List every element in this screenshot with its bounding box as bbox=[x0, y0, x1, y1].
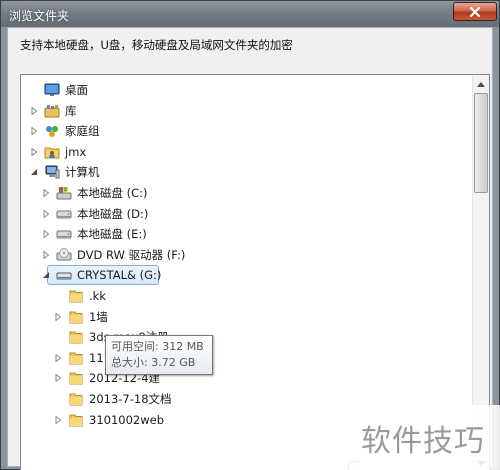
tree-item[interactable]: 3ds max8注册 bbox=[21, 327, 470, 347]
tree-item[interactable]: 本地磁盘 (D:) bbox=[21, 204, 470, 224]
tree-item-label: 2013-7-18文档 bbox=[89, 392, 172, 406]
watermark: 软件技巧 bbox=[346, 405, 500, 470]
folder-icon bbox=[67, 370, 85, 386]
tooltip-free-space: 可用空间: 312 MB bbox=[111, 340, 204, 353]
scroll-up-button[interactable] bbox=[473, 76, 489, 92]
expand-arrow-icon[interactable] bbox=[29, 106, 39, 116]
folder-icon bbox=[67, 309, 85, 325]
expand-arrow-icon[interactable] bbox=[53, 373, 63, 383]
tree-item[interactable]: 2012-12-4建 bbox=[21, 368, 470, 388]
tree-item[interactable]: 本地磁盘 (C:) bbox=[21, 183, 470, 203]
tree-item-label: DVD RW 驱动器 (F:) bbox=[77, 247, 186, 262]
library-icon bbox=[43, 103, 61, 119]
scroll-thumb[interactable] bbox=[474, 93, 488, 193]
tree-item[interactable]: 家庭组 bbox=[21, 121, 470, 141]
drive-info-tooltip: 可用空间: 312 MB 总大小: 3.72 GB bbox=[105, 335, 213, 375]
expand-arrow-icon[interactable] bbox=[41, 209, 51, 219]
collapse-arrow-icon[interactable] bbox=[29, 167, 39, 177]
tooltip-total-size: 总大小: 3.72 GB bbox=[111, 356, 196, 369]
expand-arrow-icon[interactable] bbox=[53, 312, 63, 322]
tree-item-label: 本地磁盘 (D:) bbox=[77, 206, 149, 221]
tree-item-label: 计算机 bbox=[65, 165, 100, 180]
arrow-up-icon bbox=[477, 82, 485, 87]
expand-arrow-icon[interactable] bbox=[53, 415, 63, 425]
computer-icon bbox=[43, 164, 61, 180]
expand-arrow-icon[interactable] bbox=[29, 126, 39, 136]
hard-drive-icon bbox=[55, 206, 73, 222]
expand-arrow-icon[interactable] bbox=[53, 353, 63, 363]
tree-item-label: 本地磁盘 (E:) bbox=[77, 227, 147, 242]
window-title: 浏览文件夹 bbox=[9, 9, 70, 23]
tree-item[interactable]: 计算机 bbox=[21, 162, 470, 182]
removable-drive-icon bbox=[55, 267, 73, 283]
tree-item[interactable]: 库 bbox=[21, 101, 470, 121]
title-bar[interactable]: 浏览文件夹 bbox=[1, 1, 499, 27]
tree-item[interactable]: .kk bbox=[21, 286, 470, 306]
tree-item-label: jmx bbox=[65, 144, 87, 159]
tree-item-label: 3101002web bbox=[89, 412, 164, 427]
tree-item-label: .kk bbox=[89, 289, 106, 303]
desktop-icon bbox=[43, 82, 61, 98]
tree-item-label: 家庭组 bbox=[65, 124, 100, 139]
tree-item[interactable]: jmx bbox=[21, 142, 470, 162]
tree-item[interactable]: 1墙 bbox=[21, 307, 470, 327]
close-button[interactable] bbox=[453, 2, 497, 21]
tree-item-label: CRYSTAL& (G:) bbox=[77, 268, 162, 283]
collapse-arrow-icon[interactable] bbox=[41, 270, 51, 280]
dvd-drive-icon bbox=[55, 247, 73, 263]
tree-item-selected[interactable]: CRYSTAL& (G:) bbox=[21, 265, 470, 286]
folder-icon bbox=[67, 350, 85, 366]
close-icon bbox=[469, 6, 481, 17]
user-folder-icon bbox=[43, 144, 61, 160]
tree-item-label: 桌面 bbox=[65, 83, 88, 97]
tree-item[interactable]: DVD RW 驱动器 (F:) bbox=[21, 245, 470, 265]
hard-drive-icon bbox=[55, 226, 73, 242]
tree-item-label: 库 bbox=[65, 103, 77, 118]
expand-arrow-icon[interactable] bbox=[41, 250, 51, 260]
dialog-body: 支持本地硬盘，U盘，移动硬盘及局域网文件夹的加密 桌面库家庭组 jmx 计算机本地磁… bbox=[7, 27, 493, 470]
folder-icon bbox=[67, 288, 85, 304]
tree-item[interactable]: 111 bbox=[21, 348, 470, 368]
dialog-description: 支持本地硬盘，U盘，移动硬盘及局域网文件夹的加密 bbox=[20, 38, 293, 52]
expand-arrow-icon[interactable] bbox=[29, 147, 39, 157]
expand-arrow-icon[interactable] bbox=[41, 188, 51, 198]
tree-item[interactable]: 本地磁盘 (E:) bbox=[21, 224, 470, 244]
tree-item-label: 1墙 bbox=[89, 309, 108, 324]
tree-item[interactable]: 桌面 bbox=[21, 80, 470, 100]
folder-icon bbox=[67, 412, 85, 428]
homegroup-icon bbox=[43, 123, 61, 139]
expand-arrow-icon[interactable] bbox=[41, 229, 51, 239]
folder-icon bbox=[67, 329, 85, 345]
browse-folder-dialog: 浏览文件夹 支持本地硬盘，U盘，移动硬盘及局域网文件夹的加密 桌面库家庭组 jmx… bbox=[0, 0, 500, 470]
system-drive-icon bbox=[55, 185, 73, 201]
folder-icon bbox=[67, 391, 85, 407]
tree-item-label: 本地磁盘 (C:) bbox=[77, 186, 148, 200]
